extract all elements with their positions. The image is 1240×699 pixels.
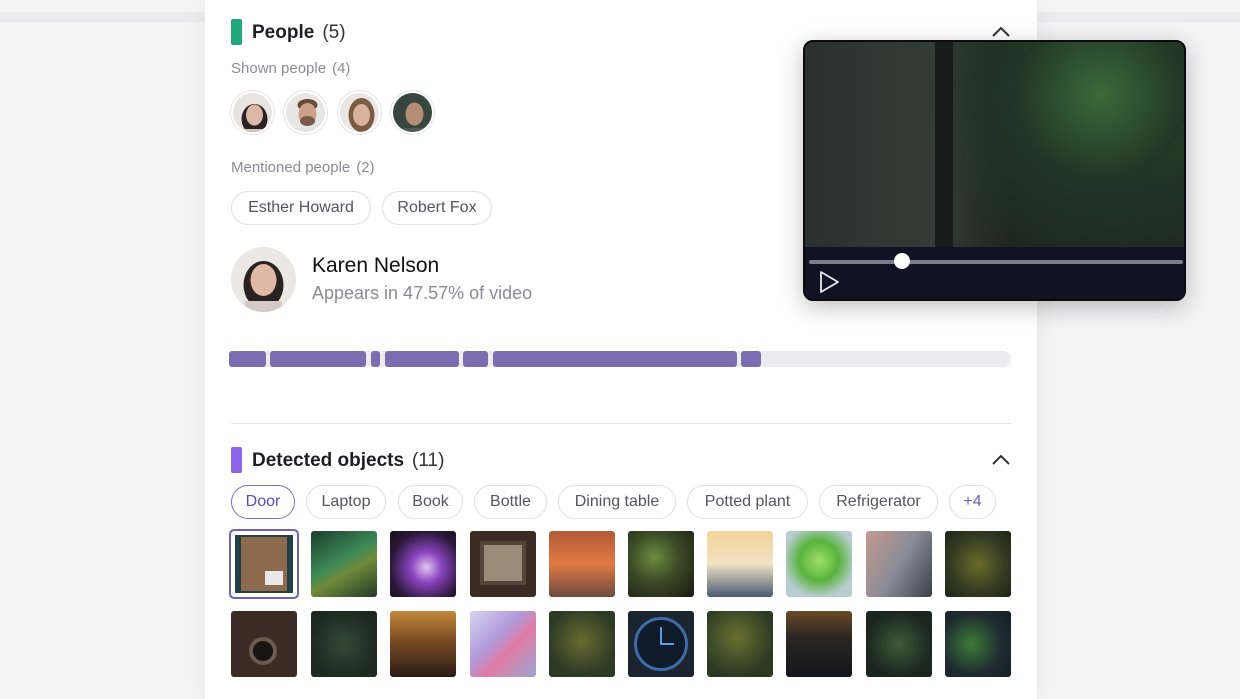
people-count: (5)	[322, 22, 346, 43]
video-scrubber[interactable]	[809, 260, 1183, 264]
selected-person-avatar	[231, 247, 296, 312]
object-thumbnail[interactable]	[707, 531, 773, 597]
filter-chip-dining-table[interactable]: Dining table	[558, 485, 676, 519]
appearance-timeline[interactable]	[229, 351, 1011, 367]
avatar[interactable]	[391, 91, 434, 134]
chevron-up-icon[interactable]	[991, 454, 1011, 466]
avatar[interactable]	[338, 91, 381, 134]
section-divider	[231, 423, 1011, 424]
object-thumbnail[interactable]	[231, 611, 297, 677]
filter-chip-more[interactable]: +4	[949, 485, 996, 519]
objects-title-text: Detected objects	[252, 450, 405, 471]
people-title-text: People	[252, 22, 315, 43]
object-thumbnail[interactable]	[390, 531, 456, 597]
shown-people-label: Shown people (4)	[231, 60, 350, 77]
video-controls	[805, 247, 1184, 299]
timeline-segment[interactable]	[463, 351, 488, 367]
object-thumbnail[interactable]	[786, 611, 852, 677]
video-player[interactable]	[803, 40, 1186, 301]
timeline-segment[interactable]	[270, 351, 366, 367]
video-scrubber-handle[interactable]	[894, 253, 910, 269]
object-thumbnail[interactable]	[549, 531, 615, 597]
object-thumbnail[interactable]	[628, 611, 694, 677]
object-thumbnail[interactable]	[866, 611, 932, 677]
mentioned-people-text: Mentioned people	[231, 159, 351, 176]
mentioned-people-label: Mentioned people (2)	[231, 159, 375, 176]
shown-people-count: (4)	[332, 60, 351, 77]
objects-accent-bar	[231, 447, 242, 473]
object-thumbnail[interactable]	[707, 611, 773, 677]
object-thumbnail[interactable]	[311, 611, 377, 677]
selected-person-name: Karen Nelson	[312, 254, 440, 277]
selected-person-appearance: Appears in 47.57% of video	[312, 283, 533, 303]
object-thumbnail[interactable]	[390, 611, 456, 677]
filter-chip-door[interactable]: Door	[231, 485, 295, 519]
object-thumbnail[interactable]	[549, 611, 615, 677]
object-thumbnail[interactable]	[628, 531, 694, 597]
people-accent-bar	[231, 19, 242, 45]
timeline-segment[interactable]	[493, 351, 737, 367]
filter-chip-bottle[interactable]: Bottle	[474, 485, 547, 519]
background-strip	[0, 12, 205, 22]
filter-chip-book[interactable]: Book	[398, 485, 463, 519]
shown-people-text: Shown people	[231, 60, 327, 77]
objects-count: (11)	[412, 450, 445, 471]
object-thumbnail[interactable]	[786, 531, 852, 597]
timeline-segment[interactable]	[371, 351, 380, 367]
object-thumbnail[interactable]	[229, 529, 299, 599]
mentioned-person-chip[interactable]: Esther Howard	[231, 191, 371, 225]
mentioned-people-count: (2)	[356, 159, 375, 176]
video-frame	[805, 42, 1184, 252]
object-thumbnail[interactable]	[470, 611, 536, 677]
timeline-segment[interactable]	[741, 351, 761, 367]
object-thumbnail[interactable]	[311, 531, 377, 597]
object-thumbnail[interactable]	[945, 531, 1011, 597]
timeline-segment[interactable]	[385, 351, 459, 367]
object-thumbnail[interactable]	[866, 531, 932, 597]
avatar[interactable]	[231, 91, 274, 134]
filter-chip-potted-plant[interactable]: Potted plant	[687, 485, 808, 519]
avatar[interactable]	[284, 91, 327, 134]
filter-chip-refrigerator[interactable]: Refrigerator	[819, 485, 938, 519]
people-section-title: People (5)	[252, 22, 346, 44]
mentioned-person-chip[interactable]: Robert Fox	[382, 191, 492, 225]
object-thumbnail[interactable]	[945, 611, 1011, 677]
play-icon[interactable]	[817, 269, 841, 295]
object-thumbnail[interactable]	[470, 531, 536, 597]
background-strip	[1037, 12, 1240, 22]
filter-chip-laptop[interactable]: Laptop	[306, 485, 386, 519]
timeline-segment[interactable]	[229, 351, 266, 367]
chevron-up-icon[interactable]	[991, 26, 1011, 38]
video-frame-detail	[935, 42, 953, 252]
objects-section-title: Detected objects (11)	[252, 450, 444, 472]
